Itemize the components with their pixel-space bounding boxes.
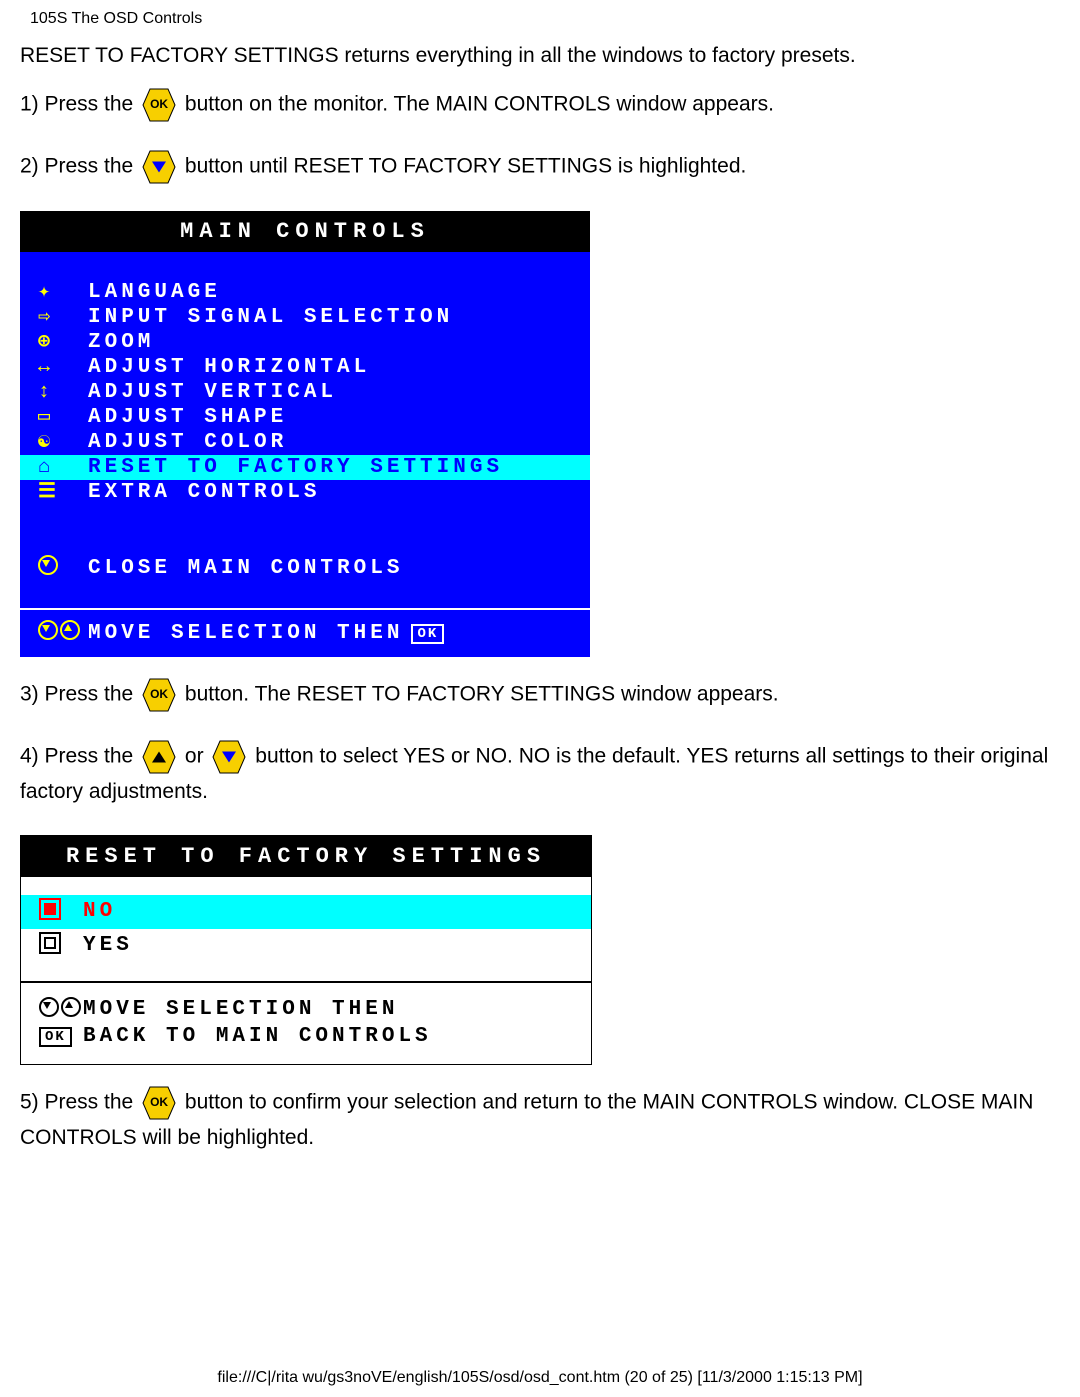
language-icon: ✦ bbox=[38, 283, 88, 303]
reset-icon: ⌂ bbox=[38, 458, 88, 478]
ok-button-icon: OK bbox=[141, 677, 177, 713]
move-selection-icon bbox=[39, 997, 83, 1023]
osd-main-controls: MAIN CONTROLS ✦LANGUAGE ⇨INPUT SIGNAL SE… bbox=[20, 211, 590, 657]
step-1-text-b: button on the monitor. The MAIN CONTROLS… bbox=[185, 93, 774, 116]
osd-reset-option-yes[interactable]: YES bbox=[21, 929, 591, 963]
osd-item-adjust-vertical[interactable]: ↕ADJUST VERTICAL bbox=[20, 380, 590, 405]
step-4-text-a: 4) Press the bbox=[20, 745, 133, 768]
yes-icon bbox=[39, 932, 83, 960]
step-1: 1) Press the OK button on the monitor. T… bbox=[20, 87, 1060, 123]
step-4-text-b: or bbox=[185, 745, 204, 768]
step-5: 5) Press the OK button to confirm your s… bbox=[20, 1085, 1060, 1155]
step-2-text-a: 2) Press the bbox=[20, 155, 133, 178]
osd-main-footer: MOVE SELECTION THEN OK bbox=[20, 608, 590, 657]
step-2: 2) Press the button until RESET TO FACTO… bbox=[20, 149, 1060, 185]
vertical-icon: ↕ bbox=[38, 383, 88, 403]
zoom-icon: ⊕ bbox=[38, 333, 88, 353]
osd-reset-option-no[interactable]: NO bbox=[21, 895, 591, 929]
move-selection-icon bbox=[38, 620, 88, 647]
down-button-icon bbox=[211, 739, 247, 775]
osd-item-language[interactable]: ✦LANGUAGE bbox=[20, 280, 590, 305]
footer-ok-icon: OK bbox=[411, 624, 444, 644]
color-icon: ☯ bbox=[38, 433, 88, 453]
step-4: 4) Press the or button to select YES or … bbox=[20, 739, 1060, 809]
page-header-small: 105S The OSD Controls bbox=[30, 10, 1060, 28]
ok-icon: OK bbox=[39, 1026, 83, 1047]
osd-reset-factory: RESET TO FACTORY SETTINGS NO YES MOVE SE… bbox=[20, 835, 592, 1065]
step-2-text-b: button until RESET TO FACTORY SETTINGS i… bbox=[185, 155, 746, 178]
osd-item-extra-controls[interactable]: ☰EXTRA CONTROLS bbox=[20, 480, 590, 505]
extra-icon: ☰ bbox=[38, 483, 88, 503]
step-5-text-a: 5) Press the bbox=[20, 1090, 133, 1113]
ok-button-icon: OK bbox=[141, 87, 177, 123]
ok-label: OK bbox=[150, 95, 168, 114]
osd-item-zoom[interactable]: ⊕ZOOM bbox=[20, 330, 590, 355]
step-3-text-a: 3) Press the bbox=[20, 683, 133, 706]
osd-main-title: MAIN CONTROLS bbox=[20, 211, 590, 252]
step-3: 3) Press the OK button. The RESET TO FAC… bbox=[20, 677, 1060, 713]
intro-text: RESET TO FACTORY SETTINGS returns everyt… bbox=[20, 42, 1060, 69]
osd-item-adjust-horizontal[interactable]: ↔ADJUST HORIZONTAL bbox=[20, 355, 590, 380]
osd-item-reset-factory[interactable]: ⌂RESET TO FACTORY SETTINGS bbox=[20, 455, 590, 480]
shape-icon: ▭ bbox=[38, 408, 88, 428]
osd-reset-list: NO YES bbox=[21, 877, 591, 981]
step-3-text-b: button. The RESET TO FACTORY SETTINGS wi… bbox=[185, 683, 779, 706]
osd-item-adjust-color[interactable]: ☯ADJUST COLOR bbox=[20, 430, 590, 455]
osd-reset-footer: MOVE SELECTION THEN OK BACK TO MAIN CONT… bbox=[21, 981, 591, 1064]
osd-reset-title: RESET TO FACTORY SETTINGS bbox=[21, 836, 591, 877]
up-button-icon bbox=[141, 739, 177, 775]
close-icon bbox=[38, 555, 88, 582]
horizontal-icon: ↔ bbox=[38, 358, 88, 378]
ok-button-icon: OK bbox=[141, 1085, 177, 1121]
footer-file-path: file:///C|/rita wu/gs3noVE/english/105S/… bbox=[0, 1369, 1080, 1387]
no-icon bbox=[39, 898, 83, 926]
osd-item-adjust-shape[interactable]: ▭ADJUST SHAPE bbox=[20, 405, 590, 430]
down-button-icon bbox=[141, 149, 177, 185]
input-icon: ⇨ bbox=[38, 308, 88, 328]
osd-main-list: ✦LANGUAGE ⇨INPUT SIGNAL SELECTION ⊕ZOOM … bbox=[20, 252, 590, 529]
osd-close-main[interactable]: CLOSE MAIN CONTROLS bbox=[20, 529, 590, 608]
osd-item-input-signal[interactable]: ⇨INPUT SIGNAL SELECTION bbox=[20, 305, 590, 330]
step-1-text-a: 1) Press the bbox=[20, 93, 133, 116]
